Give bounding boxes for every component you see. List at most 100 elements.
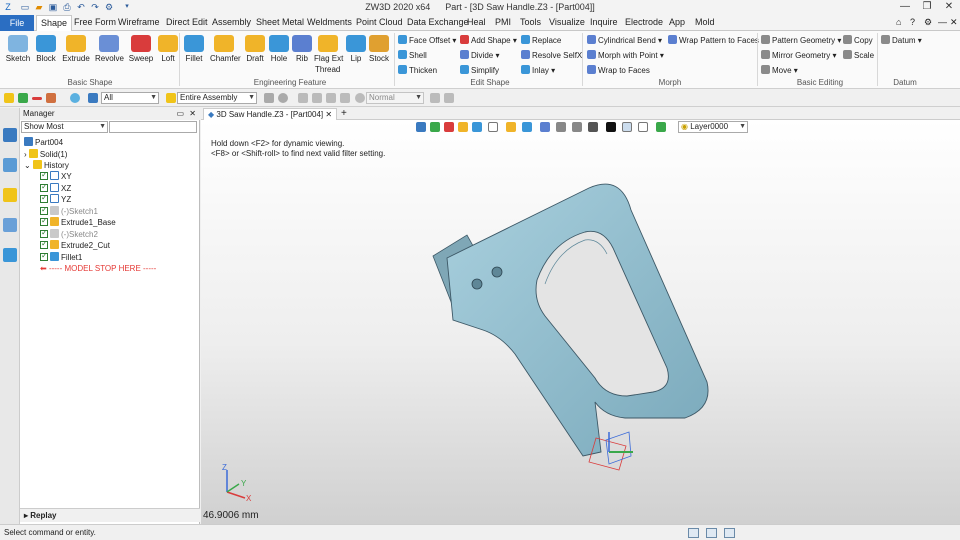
menu-tab-tools[interactable]: Tools (520, 17, 541, 27)
tree-root[interactable]: Part004 (24, 137, 63, 147)
help-question-icon[interactable]: ? (910, 17, 915, 27)
manager-search-input[interactable] (109, 121, 197, 133)
tree-history[interactable]: ⌄ History (24, 160, 69, 170)
filter-list-icon[interactable] (88, 93, 98, 103)
fillet-button[interactable]: Fillet (180, 35, 208, 63)
help-icon[interactable]: ⌂ (896, 17, 901, 27)
menu-tab-heal[interactable]: Heal (467, 17, 486, 27)
visibility-checkbox[interactable] (40, 205, 48, 215)
grid2-icon[interactable] (312, 93, 322, 103)
assembly-manager-icon[interactable] (3, 158, 17, 172)
close-icon[interactable]: ✕ (189, 108, 196, 120)
menu-tab-inquire[interactable]: Inquire (590, 17, 618, 27)
chevron-right-icon[interactable]: › (24, 150, 27, 159)
datum-button[interactable]: Datum ▾ (881, 35, 922, 45)
shell-button[interactable]: Shell (398, 50, 427, 60)
revolve-button[interactable]: Revolve (95, 35, 124, 63)
tree-item-xz[interactable]: XZ (40, 182, 71, 193)
loft-button[interactable]: Loft (154, 35, 182, 63)
pattern-geometry-button[interactable]: Pattern Geometry ▾ (761, 35, 841, 45)
menu-tab-wireframe[interactable]: Wireframe (118, 17, 160, 27)
sweep-button[interactable]: Sweep (127, 35, 155, 63)
wrap-pattern-to-faces-button[interactable]: Wrap Pattern to Faces (668, 35, 759, 45)
scale-button[interactable]: Scale (843, 50, 874, 60)
move-button[interactable]: Move ▾ (761, 65, 798, 75)
close-tab-icon[interactable]: ✕ (325, 110, 332, 119)
add-icon[interactable] (18, 93, 28, 103)
visibility-checkbox[interactable] (40, 170, 48, 180)
simplify-button[interactable]: Simplify (460, 65, 499, 75)
reset-icon[interactable] (278, 93, 288, 103)
mode-select[interactable]: Normal ▼ (366, 92, 424, 104)
user-manager-icon[interactable] (3, 248, 17, 262)
option2-icon[interactable] (444, 93, 454, 103)
add-tab-button[interactable]: + (341, 108, 347, 119)
view-manager-icon[interactable] (3, 188, 17, 202)
menu-tab-assembly[interactable]: Assembly (212, 17, 251, 27)
replace-button[interactable]: Replace (521, 35, 561, 45)
minimize-button[interactable]: — (894, 0, 916, 15)
visibility-checkbox[interactable] (40, 216, 48, 226)
extrude-button[interactable]: Extrude (62, 35, 90, 63)
3d-viewport[interactable]: ◉ Layer0000 ▼ Hold down <F2> for dynamic … (201, 120, 960, 524)
morph-with-point-button[interactable]: Morph with Point ▾ (587, 50, 664, 60)
grid-icon[interactable] (298, 93, 308, 103)
assembly-select[interactable]: Entire Assembly ▼ (177, 92, 257, 104)
status-layout-icon[interactable] (724, 528, 735, 538)
show-filter-select[interactable]: Show Most ▼ (21, 121, 108, 133)
wrap-to-faces-button[interactable]: Wrap to Faces (587, 65, 650, 75)
menu-tab-data-exchange[interactable]: Data Exchange (407, 17, 469, 27)
copy-button[interactable]: Copy (843, 35, 873, 45)
menu-file[interactable]: File (0, 15, 34, 31)
menu-tab-shape[interactable]: Shape (36, 15, 73, 32)
visibility-checkbox[interactable] (40, 193, 48, 203)
remove-icon[interactable] (32, 97, 42, 100)
history-manager-icon[interactable] (3, 128, 17, 142)
menu-tab-sheet-metal[interactable]: Sheet Metal (256, 17, 304, 27)
cylindrical-bend-button[interactable]: Cylindrical Bend ▾ (587, 35, 662, 45)
grid3-icon[interactable] (326, 93, 336, 103)
assembly-icon[interactable] (166, 93, 176, 103)
menu-tab-mold[interactable]: Mold (695, 17, 715, 27)
block-button[interactable]: Block (32, 35, 60, 63)
document-tab[interactable]: ◆ 3D Saw Handle.Z3 - [Part004] ✕ (203, 108, 338, 120)
tree-item-yz[interactable]: YZ (40, 193, 71, 204)
visibility-checkbox[interactable] (40, 239, 48, 249)
tree-item-xy[interactable]: XY (40, 170, 72, 181)
chevron-down-icon[interactable]: ⌄ (24, 161, 31, 170)
pin-icon[interactable]: ▭ (176, 108, 184, 120)
image-manager-icon[interactable] (3, 218, 17, 232)
replay-bar[interactable]: ▸ Replay (20, 508, 200, 522)
sketch-button[interactable]: Sketch (4, 35, 32, 63)
tree-item-extrude1-base[interactable]: Extrude1_Base (40, 216, 116, 227)
add-shape-button[interactable]: Add Shape ▾ (460, 35, 517, 45)
mirror-geometry-button[interactable]: Mirror Geometry ▾ (761, 50, 836, 60)
chamfer-button[interactable]: Chamfer (210, 35, 241, 63)
status-view-icon[interactable] (688, 528, 699, 538)
status-display-icon[interactable] (706, 528, 717, 538)
tree-item-sketch1[interactable]: (-)Sketch1 (40, 205, 98, 216)
tree-item-extrude2-cut[interactable]: Extrude2_Cut (40, 239, 110, 250)
visibility-checkbox[interactable] (40, 251, 48, 261)
stock-button[interactable]: Stock (365, 35, 393, 63)
select-icon[interactable] (4, 93, 14, 103)
tree-item-sketch2[interactable]: (-)Sketch2 (40, 228, 98, 239)
menu-tab-weldments[interactable]: Weldments (307, 17, 352, 27)
menu-tab-pmi[interactable]: PMI (495, 17, 511, 27)
restore-button[interactable]: ❐ (916, 0, 938, 15)
menu-tab-app[interactable]: App (669, 17, 685, 27)
rib-button[interactable]: Rib (288, 35, 316, 63)
menu-tab-direct-edit[interactable]: Direct Edit (166, 17, 208, 27)
gear-icon[interactable]: ⚙ (924, 17, 932, 28)
visibility-checkbox[interactable] (40, 182, 48, 192)
snap-icon[interactable] (264, 93, 274, 103)
saw-handle-model[interactable]: Z Y X (201, 120, 960, 524)
face-offset-button[interactable]: Face Offset ▾ (398, 35, 456, 45)
thicken-button[interactable]: Thicken (398, 65, 437, 75)
resolve-selfx-button[interactable]: Resolve SelfX (521, 50, 582, 60)
filter-icon[interactable] (46, 93, 56, 103)
thread-button[interactable]: Thread (315, 65, 340, 74)
menu-tab-visualize[interactable]: Visualize (549, 17, 585, 27)
grid4-icon[interactable] (340, 93, 350, 103)
pick-icon[interactable] (70, 93, 80, 103)
